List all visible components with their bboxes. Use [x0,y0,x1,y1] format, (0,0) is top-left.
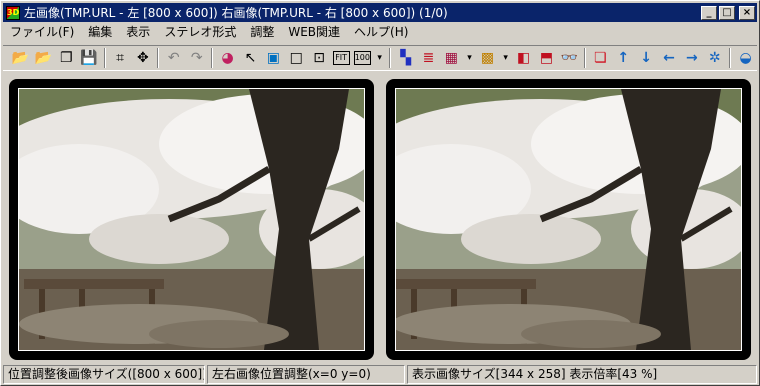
zoom-100-icon[interactable]: 100 [353,51,371,65]
save-icon[interactable]: 💾 [80,48,99,68]
fit-label-icon[interactable]: FIT [332,51,350,65]
center-icon[interactable]: ✲ [705,48,724,68]
status-adjusted-size: 位置調整後画像サイズ([800 x 600]) [3,365,205,384]
app-window: 3D 左画像(TMP.URL - 左 [800 x 600]) 右画像(TMP.… [0,0,760,386]
menu-adjust[interactable]: 調整 [243,24,281,41]
format-dropdown-chevron-icon[interactable]: ▾ [463,48,476,68]
glasses-icon[interactable]: 👓 [560,48,579,68]
menu-help[interactable]: ヘルプ(H) [347,24,415,41]
toolbar-separator [157,48,160,68]
swap-icon[interactable]: ❏ [591,48,610,68]
minimize-button[interactable]: _ [701,5,717,20]
toolbar-separator [103,48,106,68]
checker-icon[interactable]: ▦ [442,48,461,68]
right-photo-cherry-blossom-image [396,89,741,350]
open-folder-icon[interactable]: 📂 [11,48,30,68]
window-title: 左画像(TMP.URL - 左 [800 x 600]) 右画像(TMP.URL… [24,6,448,20]
crop-icon[interactable]: ⌗ [111,48,130,68]
maximize-button[interactable]: □ [719,5,735,20]
split-lr-icon[interactable]: ◧ [514,48,533,68]
stereo-view-area [3,73,757,364]
status-display-size: 表示画像サイズ[344 x 258] 表示倍率[43 %] [407,365,757,384]
line-interlace-icon[interactable]: ≣ [419,48,438,68]
toolbar-separator [211,48,214,68]
mosaic-icon[interactable]: ▩ [478,48,497,68]
undo-icon[interactable]: ↶ [164,48,183,68]
menu-edit[interactable]: 編集 [81,24,119,41]
toolbar: 📂 📂 ❐ 💾 ⌗ ✥ ↶ ↷ ◕ ↖ ▣ □ ⊡ FIT 100 ▾ ▚ ≣ … [3,45,757,71]
right-image-panel[interactable] [386,79,751,360]
arrow-left-icon[interactable]: ← [660,48,679,68]
arrow-up-icon[interactable]: ↑ [614,48,633,68]
redo-icon[interactable]: ↷ [187,48,206,68]
mosaic-dropdown-chevron-icon[interactable]: ▾ [499,48,512,68]
copy-window-icon[interactable]: ❐ [57,48,76,68]
pointer-icon[interactable]: ↖ [241,48,260,68]
full-icon[interactable]: ⊡ [310,48,329,68]
toolbar-separator [729,48,732,68]
left-image-panel[interactable] [9,79,374,360]
fit-frame-icon[interactable]: ▣ [264,48,283,68]
toolbar-separator [583,48,586,68]
right-photo [395,88,742,351]
app-icon[interactable]: 3D [6,5,20,20]
frame-icon[interactable]: □ [287,48,306,68]
menu-view[interactable]: 表示 [119,24,157,41]
disc-icon[interactable]: ◒ [736,48,755,68]
arrow-right-icon[interactable]: → [682,48,701,68]
color-wheel-icon[interactable]: ◕ [218,48,237,68]
arrow-down-icon[interactable]: ↓ [637,48,656,68]
title-bar[interactable]: 3D 左画像(TMP.URL - 左 [800 x 600]) 右画像(TMP.… [3,3,757,22]
open-web-icon[interactable]: 📂 [34,48,53,68]
close-button[interactable]: × [739,5,755,20]
menu-stereo-format[interactable]: ステレオ形式 [157,24,243,41]
menu-web[interactable]: WEB関連 [281,24,347,41]
menu-bar: ファイル(F) 編集 表示 ステレオ形式 調整 WEB関連 ヘルプ(H) [3,23,757,42]
menu-file[interactable]: ファイル(F) [3,24,81,41]
status-position-adjust: 左右画像位置調整(x=0 y=0) [207,365,405,384]
anaglyph-icon[interactable]: ▚ [396,48,415,68]
left-photo [18,88,365,351]
move-icon[interactable]: ✥ [133,48,152,68]
split-tb-icon[interactable]: ⬒ [537,48,556,68]
status-bar: 位置調整後画像サイズ([800 x 600]) 左右画像位置調整(x=0 y=0… [3,365,757,384]
left-photo-cherry-blossom-image [19,89,364,350]
zoom-dropdown-chevron-icon[interactable]: ▾ [373,48,386,68]
toolbar-separator [389,48,392,68]
